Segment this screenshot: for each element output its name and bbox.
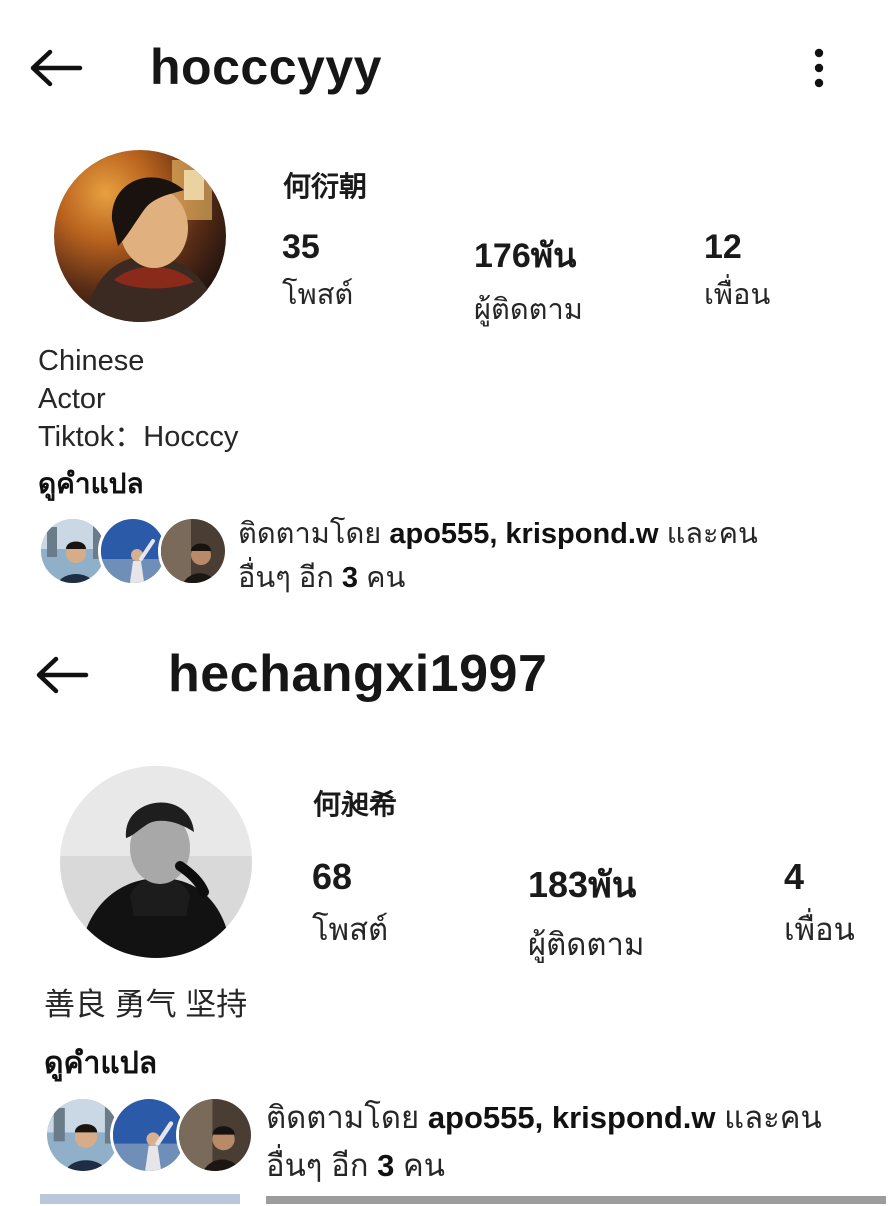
followed-by-suffix: และคน xyxy=(666,518,758,550)
followed-by-names: apo555, krispond.w xyxy=(427,1100,716,1135)
profile-bio: Chinese Actor Tiktok：Hocccy xyxy=(38,342,238,456)
followed-by-text[interactable]: ติดตามโดย apo555, krispond.w และคน อื่นๆ… xyxy=(238,512,878,600)
stat-posts-label: โพสต์ xyxy=(312,912,389,947)
profile-full-name: 何衍朝 xyxy=(283,171,368,202)
followed-by-text[interactable]: ติดตามโดย apo555, krispond.w และคน อื่นๆ… xyxy=(266,1094,891,1190)
stat-posts[interactable]: 35 โพสต์ xyxy=(282,228,353,317)
profile-bio: 善良 勇气 坚持 xyxy=(44,986,247,1024)
mutual-avatar xyxy=(158,516,228,586)
see-translation-link[interactable]: ดูคำแปล xyxy=(38,462,144,506)
next-content-preview xyxy=(40,1192,890,1206)
stat-friends[interactable]: 4 เพื่อน xyxy=(784,856,855,954)
followed-by-others-suffix: คน xyxy=(402,1148,445,1183)
followed-by-others-prefix: อื่นๆ อีก xyxy=(238,562,334,594)
stat-friends[interactable]: 12 เพื่อน xyxy=(704,228,770,317)
profile-avatar[interactable] xyxy=(54,150,226,322)
stat-posts-label: โพสต์ xyxy=(282,279,354,311)
stat-friends-label: เพื่อน xyxy=(704,279,771,311)
profile-full-name: 何昶希 xyxy=(313,789,398,820)
followed-by-others-suffix: คน xyxy=(366,562,406,594)
profile-username: hechangxi1997 xyxy=(168,645,548,703)
stat-friends-value: 12 xyxy=(704,228,742,266)
mutual-follower-avatars[interactable] xyxy=(38,516,228,588)
stat-followers-value: 176พัน xyxy=(474,237,577,275)
followed-by-prefix: ติดตามโดย xyxy=(238,518,382,550)
followed-by-prefix: ติดตามโดย xyxy=(266,1100,420,1135)
mutual-avatar xyxy=(176,1096,254,1174)
followed-by-count: 3 xyxy=(377,1148,395,1183)
stat-followers[interactable]: 183พัน ผู้ติดตาม xyxy=(528,856,644,969)
bio-line: Actor xyxy=(38,383,106,415)
stat-followers-label: ผู้ติดตาม xyxy=(528,927,645,962)
followed-by-count: 3 xyxy=(341,562,359,594)
back-arrow-icon[interactable] xyxy=(28,48,84,88)
followed-by-others-prefix: อื่นๆ อีก xyxy=(266,1148,369,1183)
profile-avatar[interactable] xyxy=(60,766,252,958)
stat-posts-value: 35 xyxy=(282,228,320,266)
stat-friends-label: เพื่อน xyxy=(784,912,855,947)
more-options-icon[interactable] xyxy=(813,48,825,88)
followed-by-names: apo555, krispond.w xyxy=(389,518,659,550)
stat-followers[interactable]: 176พัน ผู้ติดตาม xyxy=(474,228,583,332)
stat-followers-value: 183พัน xyxy=(528,864,637,905)
see-translation-link[interactable]: ดูคำแปล xyxy=(44,1040,157,1087)
stat-friends-value: 4 xyxy=(784,856,805,897)
stat-posts[interactable]: 68 โพสต์ xyxy=(312,856,388,954)
followed-by-suffix: และคน xyxy=(724,1100,822,1135)
profile-username: hocccyyy xyxy=(150,39,382,95)
stat-followers-label: ผู้ติดตาม xyxy=(474,294,583,326)
mutual-follower-avatars[interactable] xyxy=(44,1096,254,1176)
bio-line: Chinese xyxy=(38,345,145,377)
stat-posts-value: 68 xyxy=(312,856,353,897)
bio-line: Tiktok：Hocccy xyxy=(38,421,239,453)
bio-line: 善良 勇气 坚持 xyxy=(44,987,248,1022)
back-arrow-icon[interactable] xyxy=(34,655,90,695)
